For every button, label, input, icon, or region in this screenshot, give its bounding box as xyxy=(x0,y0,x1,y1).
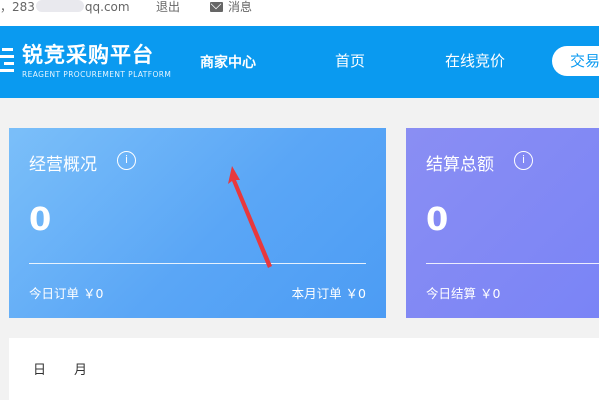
brand-subtitle: REAGENT PROCUREMENT PLATFORM xyxy=(22,70,172,79)
settlement-value: 0 xyxy=(426,200,449,238)
month-orders: 本月订单 ￥0 xyxy=(291,286,366,301)
tab-month[interactable]: 月 xyxy=(74,359,87,378)
user-account: ，283 qq.com xyxy=(0,0,130,14)
operations-card-title: 经营概况 xyxy=(29,155,97,175)
info-icon[interactable]: i xyxy=(514,151,533,170)
settlement-card-title: 结算总额 xyxy=(426,155,494,175)
period-panel: 日 月 xyxy=(9,338,599,400)
top-bar: ，283 qq.com 退出 消息 xyxy=(0,0,599,26)
mail-icon xyxy=(210,2,223,12)
user-account-suffix: qq.com xyxy=(84,0,130,14)
brand-name: 锐竞采购平台 xyxy=(22,43,154,67)
today-orders: 今日订单 ￥0 xyxy=(29,286,104,301)
logout-link[interactable]: 退出 xyxy=(156,0,180,14)
info-icon[interactable]: i xyxy=(117,151,136,170)
main-navigation: 锐竞采购平台 REAGENT PROCUREMENT PLATFORM 商家中心… xyxy=(0,26,599,98)
merchant-center-title: 商家中心 xyxy=(200,55,256,71)
nav-online-bidding-link[interactable]: 在线竞价 xyxy=(445,50,505,71)
operations-overview-card: 经营概况 i 0 今日订单 ￥0 本月订单 ￥0 xyxy=(9,128,386,318)
screen: ，283 qq.com 退出 消息 锐竞采购平台 REAGENT PROCUREM… xyxy=(0,0,599,400)
messages-link[interactable]: 消息 xyxy=(210,0,252,14)
user-account-prefix: ，283 xyxy=(0,0,35,14)
redacted-account-mask xyxy=(35,0,84,12)
card-divider xyxy=(426,263,599,264)
operations-value: 0 xyxy=(29,200,52,238)
nav-trade-button[interactable]: 交易 xyxy=(552,46,599,76)
card-divider xyxy=(29,263,366,264)
nav-home-link[interactable]: 首页 xyxy=(335,50,365,71)
messages-label: 消息 xyxy=(228,0,253,14)
settlement-total-card: 结算总额 i 0 今日结算 ￥0 xyxy=(406,128,599,318)
today-settlement: 今日结算 ￥0 xyxy=(426,286,501,301)
tab-day[interactable]: 日 xyxy=(33,359,46,378)
brand-icon xyxy=(0,48,14,72)
